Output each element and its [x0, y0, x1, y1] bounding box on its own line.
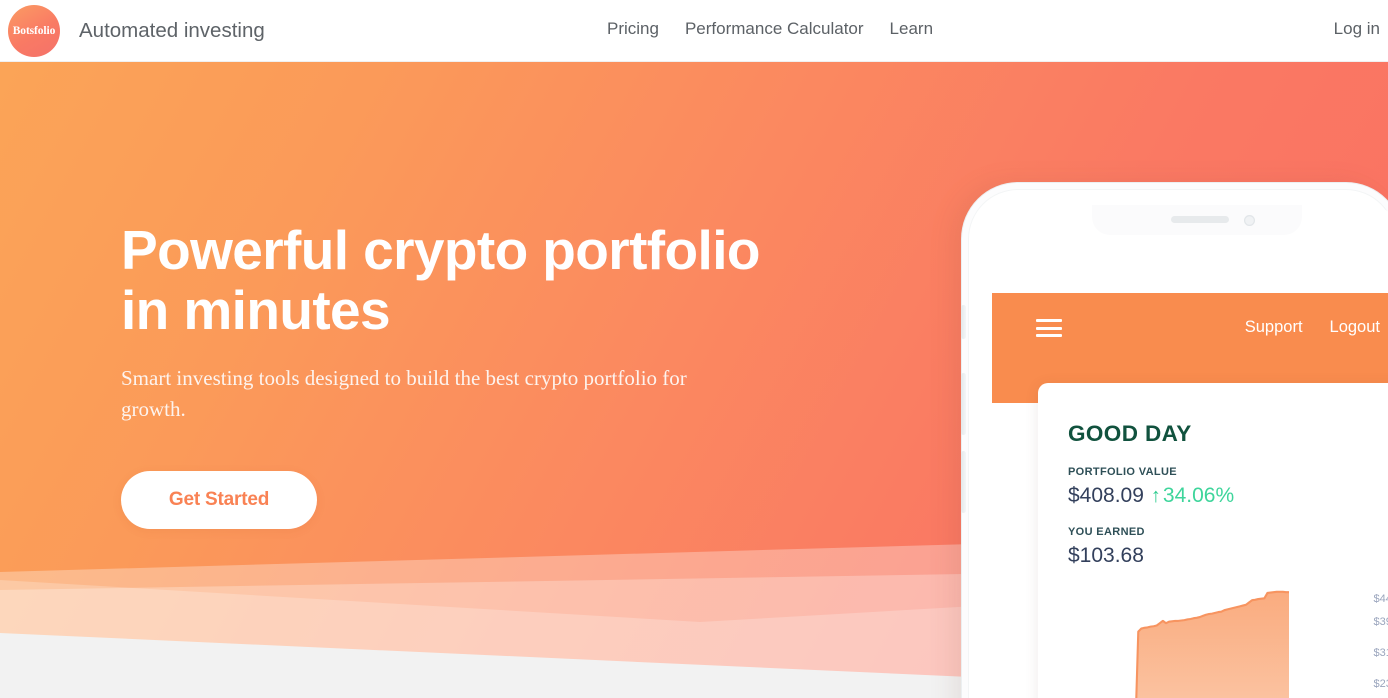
greeting-heading: GOOD DAY — [1068, 421, 1192, 446]
botsfolio-logo-icon[interactable]: Botsfolio — [8, 5, 60, 57]
you-earned-amount: $103.68 — [1068, 544, 1144, 567]
chart-y-label: $312 — [1373, 647, 1388, 660]
portfolio-value-label: PORTFOLIO VALUE — [1068, 466, 1177, 478]
landing-page: Botsfolio Automated investing Pricing Pe… — [0, 0, 1388, 698]
phone-speaker-icon — [1171, 216, 1229, 223]
nav-link-performance-calculator[interactable]: Performance Calculator — [685, 19, 864, 39]
chart-y-label: $390 — [1373, 616, 1388, 628]
you-earned-label: YOU EARNED — [1068, 526, 1145, 538]
app-link-logout[interactable]: Logout — [1330, 318, 1380, 337]
get-started-button[interactable]: Get Started — [121, 471, 317, 529]
hero-section: Powerful crypto portfolio in minutes Sma… — [0, 62, 1388, 698]
phone-screen: Support Logout GOOD DAY PORTFOLIO VALUE … — [992, 205, 1388, 698]
portfolio-chart: $448$390$312$234$156$78$54 30 Jun11 Jul2… — [1038, 578, 1388, 698]
chart-y-label: $234 — [1373, 678, 1388, 691]
hero-copy-block: Powerful crypto portfolio in minutes Sma… — [121, 220, 801, 529]
get-started-label: Get Started — [168, 489, 270, 510]
phone-camera-icon — [1244, 215, 1255, 226]
app-link-support[interactable]: Support — [1245, 318, 1303, 337]
phone-mute-button[interactable] — [961, 305, 966, 339]
portfolio-summary-card: GOOD DAY PORTFOLIO VALUE $408.09 ↑ 34.06… — [1038, 383, 1388, 698]
portfolio-change-percent: 34.06% — [1162, 484, 1235, 507]
brand-tagline: Automated investing — [79, 19, 265, 42]
app-header-links: Support Logout — [1245, 318, 1380, 337]
logo-wordmark: Botsfolio — [12, 25, 56, 37]
nav-link-learn[interactable]: Learn — [890, 19, 933, 39]
hero-subheadline: Smart investing tools designed to build … — [121, 366, 687, 421]
chart-y-label: $448 — [1373, 592, 1388, 605]
phone-volume-down-button[interactable] — [961, 451, 966, 513]
chart-y-axis-labels: $448$390$312$234$156$78$54 — [1350, 580, 1388, 698]
hamburger-menu-icon[interactable] — [1036, 319, 1062, 337]
portfolio-value-amount: $408.09 — [1068, 484, 1144, 507]
chart-area-fill — [1136, 591, 1289, 698]
phone-notch — [1092, 205, 1302, 235]
nav-links: Pricing Performance Calculator Learn — [607, 19, 933, 39]
trend-up-arrow-icon: ↑ — [1150, 485, 1161, 507]
phone-volume-up-button[interactable] — [961, 373, 966, 435]
portfolio-area-chart-svg — [1135, 590, 1289, 698]
top-navigation-bar: Botsfolio Automated investing Pricing Pe… — [0, 0, 1388, 62]
nav-link-pricing[interactable]: Pricing — [607, 19, 659, 39]
hero-headline: Powerful crypto portfolio in minutes — [121, 219, 760, 341]
brand-logo-group[interactable]: Botsfolio Automated investing — [8, 5, 265, 57]
portfolio-value-row: $408.09 ↑ 34.06% — [1068, 484, 1234, 508]
phone-mockup: Support Logout GOOD DAY PORTFOLIO VALUE … — [961, 183, 1388, 698]
login-link[interactable]: Log in — [1334, 19, 1380, 39]
